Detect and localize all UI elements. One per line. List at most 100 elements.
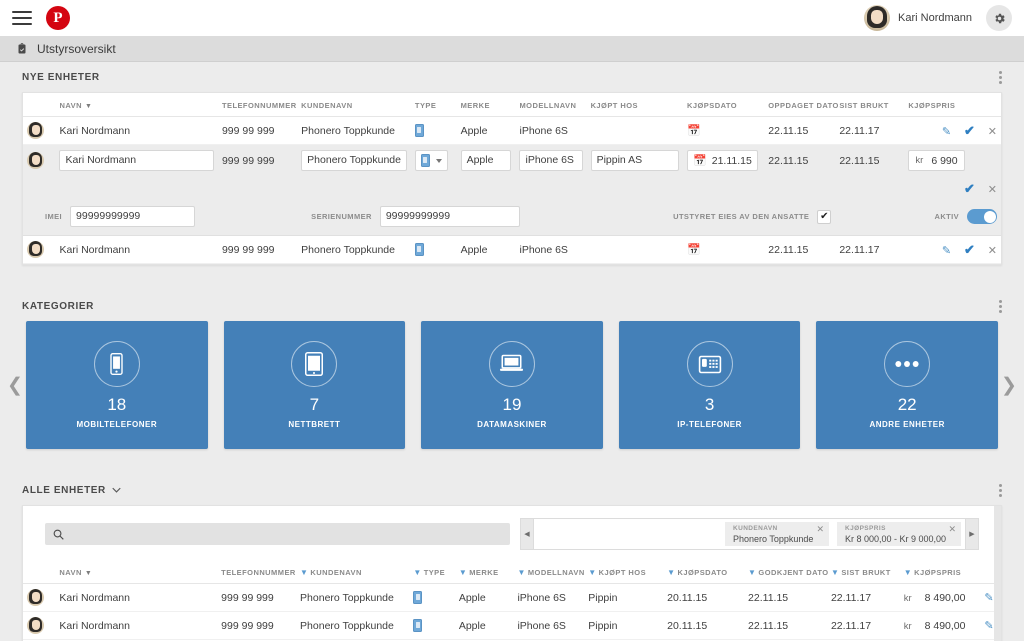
calendar-icon[interactable]: 📅	[693, 154, 707, 167]
filter-icon[interactable]: ▼	[517, 568, 525, 577]
confirm-icon[interactable]: ✔	[964, 123, 975, 138]
cell-kjopspris-input[interactable]: kr 6 990	[904, 144, 1001, 176]
filter-icon[interactable]: ▼	[831, 568, 839, 577]
col-oppdaget-dato[interactable]: OPPDAGET DATO	[764, 93, 838, 117]
hamburger-menu-icon[interactable]	[12, 11, 32, 25]
col-kjopspris[interactable]: KJØPSPRIS	[904, 93, 1001, 117]
settings-button[interactable]	[986, 5, 1012, 31]
cancel-icon[interactable]: ✕	[988, 184, 997, 196]
table-row[interactable]: Kari Nordmann 999 99 999 Phonero Toppkun…	[23, 611, 1001, 640]
delete-icon[interactable]: ✕	[988, 245, 997, 257]
table-row[interactable]: Kari Nordmann 999 99 999 Phonero Toppkun…	[23, 116, 1001, 145]
kjopt-hos-field[interactable]: Pippin AS	[590, 150, 680, 171]
categories-prev-button[interactable]: ❮	[4, 321, 26, 449]
cell-kundenavn-input[interactable]: Phonero Toppkunde	[297, 144, 411, 176]
category-card-andre-enheter[interactable]: 22 ANDRE ENHETER	[816, 321, 998, 449]
owned-checkbox[interactable]: ✔	[817, 209, 832, 224]
col-telefonnummer[interactable]: TELEFONNUMMER	[217, 93, 298, 117]
cell-kundenavn: Phonero Toppkunde	[297, 116, 411, 145]
col-telefonnummer[interactable]: TELEFONNUMMER	[217, 560, 297, 584]
col-navn[interactable]: NAVN ▼	[55, 93, 218, 117]
categories-next-button[interactable]: ❯	[998, 321, 1020, 449]
edit-icon[interactable]: ✎	[942, 126, 951, 138]
filter-icon[interactable]: ▼	[459, 568, 467, 577]
vertical-scrollbar[interactable]	[994, 506, 1001, 641]
user-menu[interactable]: Kari Nordmann	[864, 5, 972, 31]
active-field-group[interactable]: AKTIV	[935, 209, 997, 224]
sort-caret-icon: ▼	[84, 570, 93, 577]
calendar-icon[interactable]: 📅	[687, 125, 701, 137]
table-row[interactable]: Kari Nordmann 999 99 999 Phonero Toppkun…	[23, 235, 1001, 264]
category-card-datamaskiner[interactable]: 19 DATAMASKINER	[421, 321, 603, 449]
filter-chip-kundenavn[interactable]: KUNDENAVN Phonero Toppkunde ✕	[725, 522, 829, 546]
calendar-icon[interactable]: 📅	[687, 244, 701, 256]
kjopspris-field[interactable]: kr 6 990	[908, 150, 965, 171]
edit-icon[interactable]: ✎	[984, 592, 993, 604]
kjopsdato-field[interactable]: 📅 21.11.15	[687, 150, 758, 171]
col-kjopspris[interactable]: ▼ KJØPSPRIS	[899, 560, 1001, 584]
table-row-editing[interactable]: Kari Nordmann 999 99 999 Phonero Toppkun…	[23, 144, 1001, 176]
chip-remove-icon[interactable]: ✕	[948, 525, 956, 534]
col-kjopsdato[interactable]: KJØPSDATO	[683, 93, 765, 117]
chevron-down-icon[interactable]	[112, 487, 121, 493]
table-row[interactable]: Kari Nordmann 999 99 999 Phonero Toppkun…	[23, 583, 1001, 612]
col-merke[interactable]: ▼ MERKE	[454, 560, 514, 584]
col-type[interactable]: TYPE	[410, 93, 457, 117]
col-kundenavn[interactable]: ▼ KUNDENAVN	[296, 560, 410, 584]
col-kjopsdato[interactable]: ▼ KJØPSDATO	[663, 560, 745, 584]
col-modellnavn[interactable]: MODELLNAVN	[515, 93, 587, 117]
kundenavn-field[interactable]: Phonero Toppkunde	[301, 150, 407, 171]
type-dropdown[interactable]	[414, 150, 448, 171]
col-kjopt-hos[interactable]: ▼ KJØPT HOS	[584, 560, 664, 584]
active-toggle[interactable]	[967, 209, 997, 224]
delete-icon[interactable]: ✕	[988, 126, 997, 138]
categories-menu-icon[interactable]	[999, 299, 1002, 313]
navn-field[interactable]: Kari Nordmann	[59, 150, 214, 171]
col-modellnavn[interactable]: ▼ MODELLNAVN	[513, 560, 584, 584]
desk-phone-icon	[686, 341, 733, 387]
category-card-ip-telefoner[interactable]: 3 IP-TELEFONER	[618, 321, 801, 449]
filter-chip-kjopspris[interactable]: KJØPSPRIS Kr 8 000,00 - Kr 9 000,00 ✕	[837, 522, 961, 546]
col-kjopt-hos[interactable]: KJØPT HOS	[586, 93, 684, 117]
serial-input[interactable]: 99999999999	[379, 206, 520, 227]
category-card-nettbrett[interactable]: 7 NETTBRETT	[223, 321, 406, 449]
cell-type-select[interactable]	[410, 144, 457, 176]
edit-icon[interactable]: ✎	[942, 245, 951, 257]
col-type[interactable]: ▼ TYPE	[409, 560, 455, 584]
filter-icon[interactable]: ▼	[748, 568, 756, 577]
imei-input[interactable]: 99999999999	[70, 206, 196, 227]
cell-merke-input[interactable]: Apple	[456, 144, 516, 176]
filter-icon[interactable]: ▼	[667, 568, 675, 577]
cell-navn-input[interactable]: Kari Nordmann	[55, 144, 218, 176]
all-devices-menu-icon[interactable]	[999, 483, 1002, 497]
filter-icon[interactable]: ▼	[904, 568, 912, 577]
owned-field-group[interactable]: UTSTYRET EIES AV DEN ANSATTE ✔	[673, 209, 832, 224]
edit-icon[interactable]: ✎	[984, 620, 993, 632]
cell-kjopt-hos-input[interactable]: Pippin AS	[586, 144, 684, 176]
col-sist-brukt[interactable]: SIST BRUKT	[835, 93, 905, 117]
cell-modellnavn-input[interactable]: iPhone 6S	[515, 144, 587, 176]
kjopspris-value: 6 990	[931, 154, 958, 167]
search-box[interactable]	[45, 523, 510, 545]
new-devices-menu-icon[interactable]	[999, 70, 1002, 84]
modellnavn-field[interactable]: iPhone 6S	[519, 150, 583, 171]
confirm-icon[interactable]: ✔	[964, 181, 975, 196]
category-card-mobiltelefoner[interactable]: 18 MOBILTELEFONER	[26, 321, 208, 449]
mobile-icon	[413, 591, 423, 604]
filter-icon[interactable]: ▼	[300, 568, 308, 577]
cell-kjopsdato-input[interactable]: 📅 21.11.15	[683, 144, 765, 176]
col-godkjent-dato[interactable]: ▼ GODKJENT DATO	[744, 560, 828, 584]
app-logo[interactable]: P	[46, 6, 70, 30]
chips-prev-button[interactable]: ◀	[520, 518, 534, 550]
col-navn[interactable]: NAVN ▼	[55, 560, 218, 584]
filter-icon[interactable]: ▼	[588, 568, 596, 577]
filter-icon[interactable]: ▼	[413, 568, 421, 577]
col-sist-brukt[interactable]: ▼ SIST BRUKT	[826, 560, 900, 584]
search-input[interactable]	[70, 528, 502, 540]
confirm-icon[interactable]: ✔	[964, 242, 975, 257]
col-merke[interactable]: MERKE	[456, 93, 516, 117]
col-kundenavn[interactable]: KUNDENAVN	[297, 93, 411, 117]
chip-remove-icon[interactable]: ✕	[816, 525, 824, 534]
chips-next-button[interactable]: ▶	[965, 518, 979, 550]
merke-field[interactable]: Apple	[460, 150, 512, 171]
